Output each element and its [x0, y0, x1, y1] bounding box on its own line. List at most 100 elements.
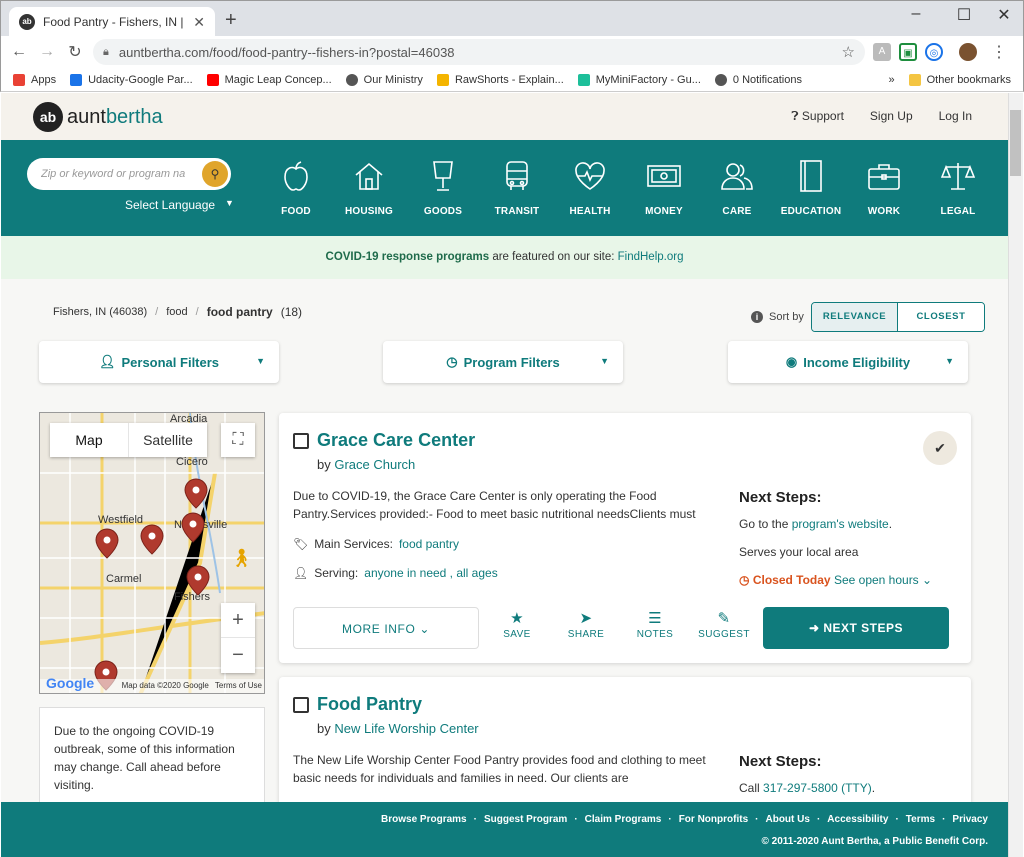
profile-avatar[interactable] — [959, 43, 977, 61]
extension-icon[interactable]: ◎ — [925, 43, 943, 61]
suggest-button[interactable]: ✎ SUGGEST — [694, 609, 754, 640]
next-steps-button[interactable]: ➜ NEXT STEPS — [763, 607, 949, 649]
category-legal[interactable]: LEGAL — [923, 158, 993, 217]
bookmark-star-icon[interactable]: ☆ — [842, 43, 855, 61]
more-info-button[interactable]: MORE INFO ⌄ — [293, 607, 479, 649]
program-title[interactable]: Grace Care Center — [317, 430, 475, 451]
browser-tab[interactable]: ab Food Pantry - Fishers, IN | Aunt B ✕ — [9, 7, 215, 37]
category-housing[interactable]: HOUSING — [334, 158, 404, 217]
close-tab-icon[interactable]: ✕ — [193, 14, 205, 31]
category-health[interactable]: HEALTH — [555, 158, 625, 217]
site-header: ab auntbertha ❓︎ Support Sign Up Log In — [1, 93, 1008, 140]
notes-button[interactable]: ☰ NOTES — [625, 609, 685, 640]
footer-link[interactable]: Privacy — [952, 814, 988, 825]
extension-icon[interactable]: A — [873, 43, 891, 61]
minimize-icon[interactable]: – — [901, 5, 931, 23]
footer-link[interactable]: About Us — [765, 814, 809, 825]
other-bookmarks[interactable]: Other bookmarks — [908, 73, 1011, 86]
provider-link[interactable]: New Life Worship Center — [334, 721, 478, 736]
bookmark-item[interactable]: 0 Notifications — [714, 73, 802, 86]
search-input[interactable]: Zip or keyword or program na — [41, 168, 202, 180]
support-link[interactable]: ❓︎ Support — [791, 109, 844, 124]
youtube-icon — [206, 73, 219, 86]
footer-link[interactable]: Suggest Program — [484, 814, 567, 825]
personal-filters-button[interactable]: 👤︎ Personal Filters ▼ — [39, 341, 279, 383]
menu-dots-icon[interactable]: ⋮ — [991, 42, 1007, 62]
bookmarks-bar: Apps Udacity-Google Par... Magic Leap Co… — [0, 68, 1024, 92]
category-education[interactable]: EDUCATION — [776, 158, 846, 217]
program-filters-button[interactable]: ◷ Program Filters ▼ — [383, 341, 623, 383]
category-care[interactable]: CARE — [702, 158, 772, 217]
maximize-icon[interactable]: ☐ — [949, 5, 979, 25]
footer-link[interactable]: For Nonprofits — [679, 814, 748, 825]
zoom-in-icon[interactable]: + — [221, 603, 255, 638]
search-icon[interactable]: ⚲ — [202, 161, 228, 187]
bookmark-item[interactable]: MyMiniFactory - Gu... — [577, 73, 701, 86]
program-description: The New Life Worship Center Food Pantry … — [293, 753, 706, 785]
extension-icon[interactable]: ▣ — [899, 43, 917, 61]
bookmark-item[interactable]: RawShorts - Explain... — [436, 73, 564, 86]
globe-icon — [714, 73, 727, 86]
provider-link[interactable]: Grace Church — [334, 457, 415, 472]
category-money[interactable]: MONEY — [629, 158, 699, 217]
bus-icon — [482, 158, 552, 194]
program-provider: by New Life Worship Center — [317, 721, 479, 736]
footer-link[interactable]: Accessibility — [827, 814, 888, 825]
send-icon: ➤ — [579, 610, 593, 627]
window-close-icon[interactable]: ✕ — [989, 5, 1019, 25]
service-link[interactable]: food pantry — [399, 537, 459, 551]
breadcrumb-location[interactable]: Fishers, IN (46038) — [53, 306, 147, 318]
breadcrumb-category[interactable]: food — [166, 306, 187, 318]
fullscreen-icon[interactable]: ⛶ — [221, 423, 255, 457]
footer-link[interactable]: Claim Programs — [585, 814, 662, 825]
select-checkbox[interactable] — [293, 433, 309, 449]
bookmarks-overflow[interactable]: » — [889, 74, 895, 86]
findhelp-link[interactable]: FindHelp.org — [618, 251, 684, 263]
satellite-tab[interactable]: Satellite — [128, 423, 207, 457]
tag-icon: 🏷︎ — [293, 537, 309, 551]
verified-check-icon[interactable]: ✔ — [923, 431, 957, 465]
search-box[interactable]: Zip or keyword or program na ⚲ — [27, 158, 231, 190]
map-tab[interactable]: Map — [50, 423, 128, 457]
sort-closest-button[interactable]: CLOSEST — [898, 303, 984, 331]
forward-icon[interactable]: → — [33, 43, 61, 61]
sort-relevance-button[interactable]: RELEVANCE — [812, 303, 898, 331]
save-button[interactable]: ★ SAVE — [487, 609, 547, 640]
category-work[interactable]: WORK — [849, 158, 919, 217]
bookmark-item[interactable]: Apps — [13, 73, 56, 86]
select-language[interactable]: Select Language — [125, 198, 215, 212]
income-eligibility-button[interactable]: ◉ Income Eligibility ▼ — [728, 341, 968, 383]
login-link[interactable]: Log In — [939, 109, 972, 124]
zoom-out-icon[interactable]: − — [221, 638, 255, 673]
category-goods[interactable]: GOODS — [408, 158, 478, 217]
program-title[interactable]: Food Pantry — [317, 694, 422, 715]
footer-link[interactable]: Terms — [906, 814, 935, 825]
bookmark-item[interactable]: Our Ministry — [345, 73, 423, 86]
reload-icon[interactable]: ↻ — [61, 42, 89, 62]
phone-link[interactable]: 317-297-5800 (TTY) — [763, 781, 872, 795]
new-tab-icon[interactable]: + — [225, 10, 237, 30]
bookmark-item[interactable]: Udacity-Google Par... — [70, 73, 193, 86]
sort-label: i Sort by — [751, 311, 804, 323]
program-website-link[interactable]: program's website — [792, 517, 889, 531]
back-icon[interactable]: ← — [5, 43, 33, 61]
footer-link[interactable]: Browse Programs — [381, 814, 467, 825]
program-description: Due to COVID-19, the Grace Care Center i… — [293, 489, 696, 521]
open-hours-link[interactable]: See open hours ⌄ — [834, 573, 932, 587]
program-provider: by Grace Church — [317, 457, 416, 472]
street-view-pegman-icon[interactable]: 🚶︎ — [230, 548, 253, 569]
signup-link[interactable]: Sign Up — [870, 109, 913, 124]
google-logo: Google — [46, 675, 95, 691]
scrollbar[interactable] — [1008, 93, 1023, 857]
scrollbar-thumb[interactable] — [1010, 110, 1021, 176]
site-logo[interactable]: ab auntbertha — [33, 102, 163, 132]
bookmark-item[interactable]: Magic Leap Concep... — [206, 73, 332, 86]
address-bar[interactable]: 🔒︎ auntbertha.com/food/food-pantry--fish… — [93, 39, 865, 65]
map-terms-link[interactable]: Terms of Use — [215, 679, 262, 693]
category-transit[interactable]: TRANSIT — [482, 158, 552, 217]
serving-link[interactable]: anyone in need , all ages — [364, 566, 497, 580]
category-food[interactable]: FOOD — [261, 158, 331, 217]
select-checkbox[interactable] — [293, 697, 309, 713]
share-button[interactable]: ➤ SHARE — [556, 609, 616, 640]
results-map[interactable]: Arcadia Cicero Westfield Noblesville Car… — [39, 412, 265, 694]
